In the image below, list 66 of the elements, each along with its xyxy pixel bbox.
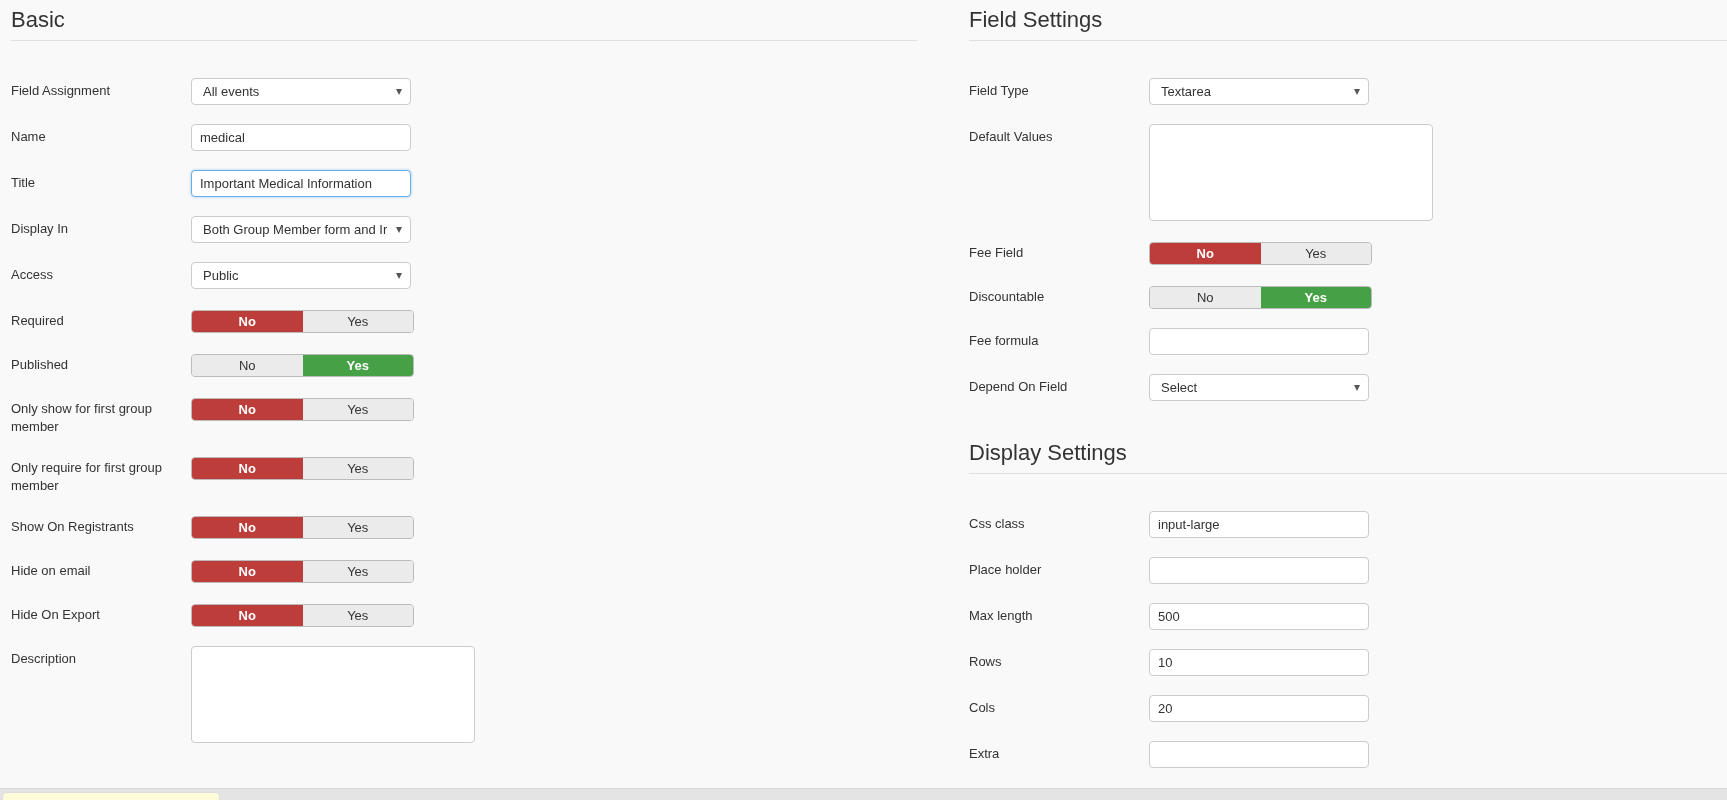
toggle-option[interactable]: No [1150, 287, 1261, 308]
field-label: Only require for first group member [11, 459, 163, 495]
field-label: Only show for first group member [11, 400, 153, 436]
field-label: Extra [969, 745, 1001, 763]
toggle-option[interactable]: No [192, 399, 303, 420]
toggle-option[interactable]: No [1150, 243, 1261, 264]
select-dropdown[interactable]: All events [191, 78, 411, 105]
select-dropdown[interactable]: Select [1149, 374, 1369, 401]
section-heading: Basic [11, 0, 917, 41]
toggle-option[interactable]: No [192, 605, 303, 626]
toggle-option[interactable]: Yes [302, 605, 413, 626]
field-label: Place holder [969, 561, 1043, 579]
input-field[interactable] [1149, 557, 1369, 584]
toggle-option[interactable]: No [192, 517, 303, 538]
toggle-option[interactable]: Yes [302, 458, 413, 479]
field-label: Hide On Export [11, 606, 101, 624]
field-label: Description [11, 650, 78, 668]
field-label: Show On Registrants [11, 518, 135, 536]
toggle-option[interactable]: No [192, 311, 303, 332]
caret-icon [396, 226, 402, 233]
field-label: Max length [969, 607, 1034, 625]
field-label: Cols [969, 699, 996, 717]
field-label: Published [11, 356, 70, 374]
toggle-option[interactable]: No [192, 561, 303, 582]
select-dropdown[interactable]: Textarea [1149, 78, 1369, 105]
input-field[interactable]: Important Medical Information [191, 170, 411, 197]
toggle-option[interactable]: No [192, 458, 303, 479]
caret-icon [396, 272, 402, 279]
select-dropdown[interactable]: Both Group Member form and Ir [191, 216, 411, 243]
field-label: Title [11, 174, 37, 192]
text-area[interactable] [191, 646, 475, 743]
caret-icon [1354, 88, 1360, 95]
field-label: Hide on email [11, 562, 92, 580]
input-field[interactable]: 10 [1149, 649, 1369, 676]
field-label: Access [11, 266, 54, 284]
toggle-option[interactable]: No [192, 355, 303, 376]
field-label: Discountable [969, 288, 1046, 306]
field-label: Rows [969, 653, 1003, 671]
bottom-tab[interactable] [2, 792, 220, 800]
field-label: Name [11, 128, 47, 146]
field-label: Depend On Field [969, 378, 1069, 396]
caret-icon [396, 88, 402, 95]
toggle-option[interactable]: Yes [302, 517, 413, 538]
field-label: Field Type [969, 82, 1030, 100]
input-field[interactable]: 500 [1149, 603, 1369, 630]
toggle-option[interactable]: Yes [302, 561, 413, 582]
text-area[interactable] [1149, 124, 1433, 221]
field-label: Fee Field [969, 244, 1025, 262]
field-label: Default Values [969, 128, 1054, 146]
toggle-option[interactable]: Yes [302, 399, 413, 420]
section-heading: Display Settings [969, 420, 1727, 474]
input-field[interactable] [1149, 741, 1369, 768]
toggle-option[interactable]: Yes [302, 311, 413, 332]
select-dropdown[interactable]: Public [191, 262, 411, 289]
field-label: Fee formula [969, 332, 1040, 350]
caret-icon [1354, 384, 1360, 391]
input-field[interactable]: input-large [1149, 511, 1369, 538]
input-field[interactable]: medical [191, 124, 411, 151]
field-label: Required [11, 312, 65, 330]
input-field[interactable] [1149, 328, 1369, 355]
toggle-option[interactable]: Yes [1260, 243, 1371, 264]
field-label: Field Assignment [11, 82, 111, 100]
section-heading: Field Settings [969, 0, 1727, 41]
field-label: Display In [11, 220, 70, 238]
input-field[interactable]: 20 [1149, 695, 1369, 722]
field-label: Css class [969, 515, 1026, 533]
